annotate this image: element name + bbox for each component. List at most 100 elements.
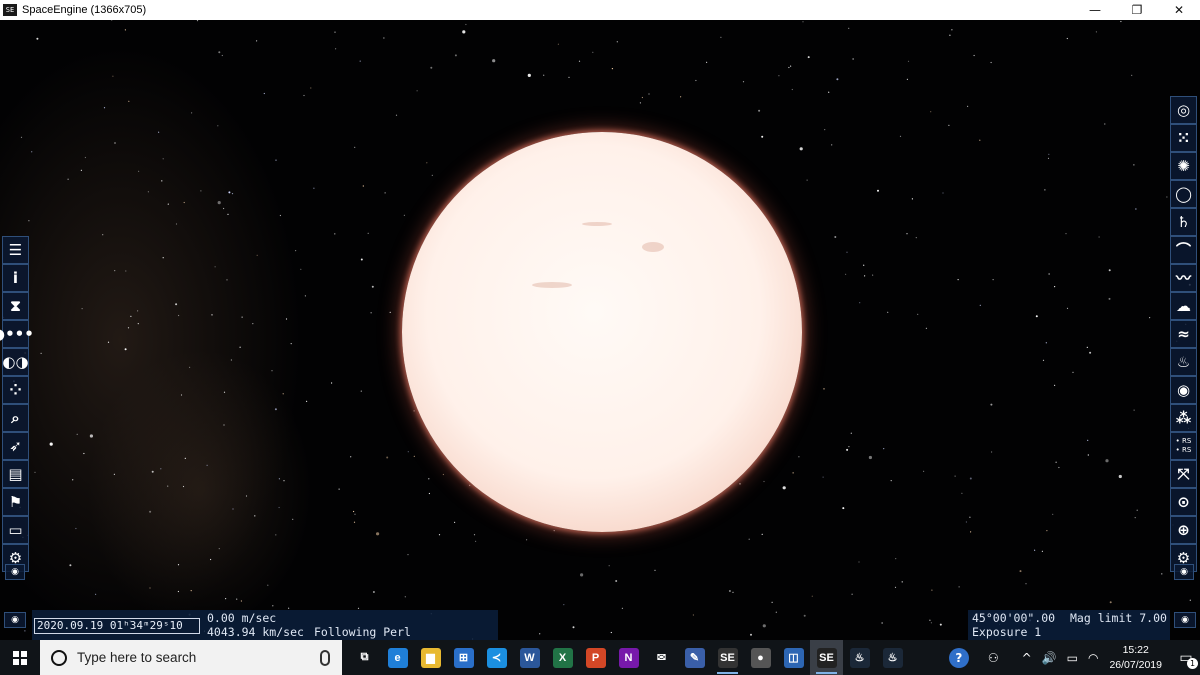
star bbox=[84, 156, 86, 159]
file-explorer-taskbar-button[interactable]: ▆ bbox=[414, 640, 447, 675]
star bbox=[842, 507, 845, 510]
info-icon[interactable]: i bbox=[2, 264, 29, 292]
fov-readout[interactable]: 45°00'00".00 bbox=[972, 611, 1055, 625]
help-icon[interactable]: ? bbox=[948, 647, 969, 668]
star bbox=[128, 100, 130, 102]
star bbox=[578, 60, 581, 62]
notification-center-button[interactable]: ▭ 1 bbox=[1172, 640, 1200, 675]
windows-logo-icon bbox=[13, 650, 27, 665]
time-panel-icon[interactable]: ⧗ bbox=[2, 292, 29, 320]
star-browser-icon[interactable]: ⁘ bbox=[2, 376, 29, 404]
star bbox=[462, 30, 466, 34]
mail-taskbar-button[interactable]: ✉ bbox=[645, 640, 678, 675]
space-viewport[interactable]: ☰ i ⧗ ◗••• ◐◑ ⁘ ⌕ ➶ ▤ ⚑ ▭ ⚙ ◉ ◎ ⁙ ✺ ◯ ♄ ⌒ 〰 ☁ ≈ ♨ ◉ ⁂ • RS • RS… bbox=[0, 20, 1200, 640]
taskbar-clock[interactable]: 15:22 26/07/2019 bbox=[1109, 643, 1162, 673]
minimize-button[interactable]: — bbox=[1074, 0, 1116, 20]
menu-icon[interactable]: ☰ bbox=[2, 236, 29, 264]
constellations-filter-icon[interactable]: ⁂ bbox=[1170, 404, 1197, 432]
tour-icon[interactable]: ◐◑ bbox=[2, 348, 29, 376]
visual-studio-code-taskbar-button[interactable]: ≺ bbox=[480, 640, 513, 675]
star bbox=[1098, 236, 1100, 238]
planetary-system-icon[interactable]: ◗••• bbox=[0, 320, 34, 348]
expand-arrows-icon[interactable]: ⤧ bbox=[1170, 460, 1197, 488]
store-taskbar-button[interactable]: ⊞ bbox=[447, 640, 480, 675]
spaceengine-taskbar-taskbar-button[interactable]: SE bbox=[711, 640, 744, 675]
task-view-taskbar-button[interactable]: ⧉ bbox=[348, 640, 381, 675]
microphone-icon[interactable] bbox=[320, 649, 330, 666]
edge-taskbar-button[interactable]: e bbox=[381, 640, 414, 675]
eye-filter-icon[interactable]: ◉ bbox=[1170, 376, 1197, 404]
word-icon: W bbox=[519, 647, 540, 668]
spaceengine-active-taskbar-button[interactable]: SE bbox=[810, 640, 843, 675]
rs-labels-filter-icon[interactable]: • RS • RS bbox=[1170, 432, 1197, 460]
star bbox=[616, 41, 618, 43]
chevron-up-icon[interactable]: ^ bbox=[1022, 651, 1032, 665]
steam-taskbar-button[interactable]: ♨ bbox=[843, 640, 876, 675]
steam-alt-taskbar-button[interactable]: ♨ bbox=[876, 640, 909, 675]
battery-icon[interactable]: ▭ bbox=[1067, 651, 1078, 665]
nebulae-filter-icon[interactable]: ✺ bbox=[1170, 152, 1197, 180]
star bbox=[1048, 153, 1050, 155]
stars-filter-icon[interactable]: ◯ bbox=[1170, 180, 1197, 208]
hud-right-toggle-icon[interactable]: ◉ bbox=[1174, 612, 1196, 628]
maximize-button[interactable]: ❐ bbox=[1116, 0, 1158, 20]
right-toolbar-toggle-icon[interactable]: ◉ bbox=[1174, 564, 1194, 580]
star bbox=[386, 456, 389, 459]
close-button[interactable]: ✕ bbox=[1158, 0, 1200, 20]
water-filter-icon[interactable]: ≈ bbox=[1170, 320, 1197, 348]
star bbox=[742, 81, 745, 83]
pen-app-taskbar-button[interactable]: ✎ bbox=[678, 640, 711, 675]
star bbox=[149, 587, 151, 589]
people-icon[interactable]: ⚇ bbox=[988, 651, 999, 665]
aurora-filter-icon[interactable]: ♨ bbox=[1170, 348, 1197, 376]
star bbox=[1054, 286, 1056, 288]
trajectory-filter-icon[interactable]: 〰 bbox=[1170, 264, 1197, 292]
display-icon[interactable]: ▭ bbox=[2, 516, 29, 544]
star bbox=[1120, 20, 1122, 23]
left-toolbar-toggle-icon[interactable]: ◉ bbox=[5, 564, 25, 580]
star bbox=[1161, 573, 1163, 575]
camera-app-taskbar-button[interactable]: ◫ bbox=[777, 640, 810, 675]
grid-globe-icon[interactable]: ⊕ bbox=[1170, 516, 1197, 544]
clock-date: 26/07/2019 bbox=[1109, 658, 1162, 671]
star bbox=[454, 521, 456, 523]
star bbox=[894, 586, 897, 589]
taskbar-search-box[interactable]: Type here to search bbox=[40, 640, 342, 675]
star-clusters-filter-icon[interactable]: ⁙ bbox=[1170, 124, 1197, 152]
star bbox=[771, 601, 773, 603]
onenote-taskbar-button[interactable]: N bbox=[612, 640, 645, 675]
star bbox=[67, 178, 69, 180]
star bbox=[539, 633, 541, 635]
hud-left-toggle-icon[interactable]: ◉ bbox=[4, 612, 26, 628]
start-button[interactable] bbox=[0, 640, 40, 675]
wifi-icon[interactable]: ◠ bbox=[1088, 651, 1098, 665]
star bbox=[792, 472, 794, 474]
target-circle-icon[interactable]: ⊙ bbox=[1170, 488, 1197, 516]
star bbox=[428, 478, 430, 480]
word-taskbar-button[interactable]: W bbox=[513, 640, 546, 675]
date-time-field[interactable]: 2020.09.19 01ʰ34ᵐ29ˢ10 bbox=[34, 618, 200, 634]
powerpoint-taskbar-button[interactable]: P bbox=[579, 640, 612, 675]
ship-icon[interactable]: ➶ bbox=[2, 432, 29, 460]
planet-perl[interactable] bbox=[402, 132, 802, 532]
mag-limit-readout[interactable]: Mag limit 7.00 bbox=[1070, 611, 1167, 625]
star bbox=[1149, 317, 1151, 319]
galaxies-filter-icon[interactable]: ◎ bbox=[1170, 96, 1197, 124]
moon-app-taskbar-button[interactable]: ● bbox=[744, 640, 777, 675]
exposure-readout[interactable]: Exposure 1 bbox=[972, 625, 1041, 639]
planets-filter-icon[interactable]: ♄ bbox=[1170, 208, 1197, 236]
star bbox=[969, 477, 972, 480]
star bbox=[1045, 342, 1047, 344]
star bbox=[758, 109, 761, 112]
volume-icon[interactable]: 🔊 bbox=[1042, 651, 1057, 665]
scenario-icon[interactable]: ▤ bbox=[2, 460, 29, 488]
bookmarks-flag-icon[interactable]: ⚑ bbox=[2, 488, 29, 516]
star bbox=[218, 51, 221, 54]
orbits-filter-icon[interactable]: ⌒ bbox=[1170, 236, 1197, 264]
excel-taskbar-button[interactable]: X bbox=[546, 640, 579, 675]
star bbox=[190, 590, 192, 592]
atmosphere-filter-icon[interactable]: ☁ bbox=[1170, 292, 1197, 320]
star bbox=[124, 29, 126, 31]
star bbox=[295, 250, 297, 252]
search-icon[interactable]: ⌕ bbox=[2, 404, 29, 432]
